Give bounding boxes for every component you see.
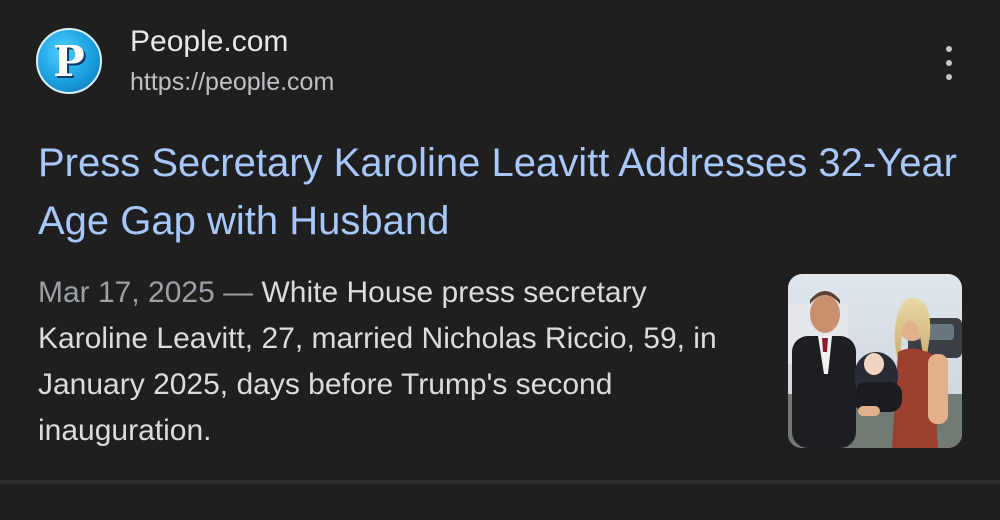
- source-text: People.com https://people.com: [130, 24, 334, 98]
- more-options-button[interactable]: [934, 46, 964, 80]
- site-name: People.com: [130, 25, 289, 58]
- result-divider: [0, 480, 1000, 484]
- result-headline-link[interactable]: Press Secretary Karoline Leavitt Address…: [38, 134, 958, 250]
- snippet-date: Mar 17, 2025: [38, 276, 215, 309]
- search-result-card: P People.com https://people.com Press Se…: [0, 0, 1000, 520]
- favicon-letter: P: [53, 37, 85, 86]
- vertical-dots-icon: [946, 46, 952, 52]
- vertical-dots-icon-dot: [946, 60, 952, 66]
- people-favicon-icon: P: [36, 28, 102, 94]
- result-snippet: Mar 17, 2025 — White House press secreta…: [38, 270, 758, 454]
- snippet-separator: —: [214, 276, 262, 309]
- site-url: https://people.com: [130, 68, 335, 96]
- vertical-dots-icon-dot: [946, 74, 952, 80]
- result-thumbnail-image[interactable]: [788, 274, 962, 448]
- result-source[interactable]: P People.com https://people.com: [36, 24, 334, 98]
